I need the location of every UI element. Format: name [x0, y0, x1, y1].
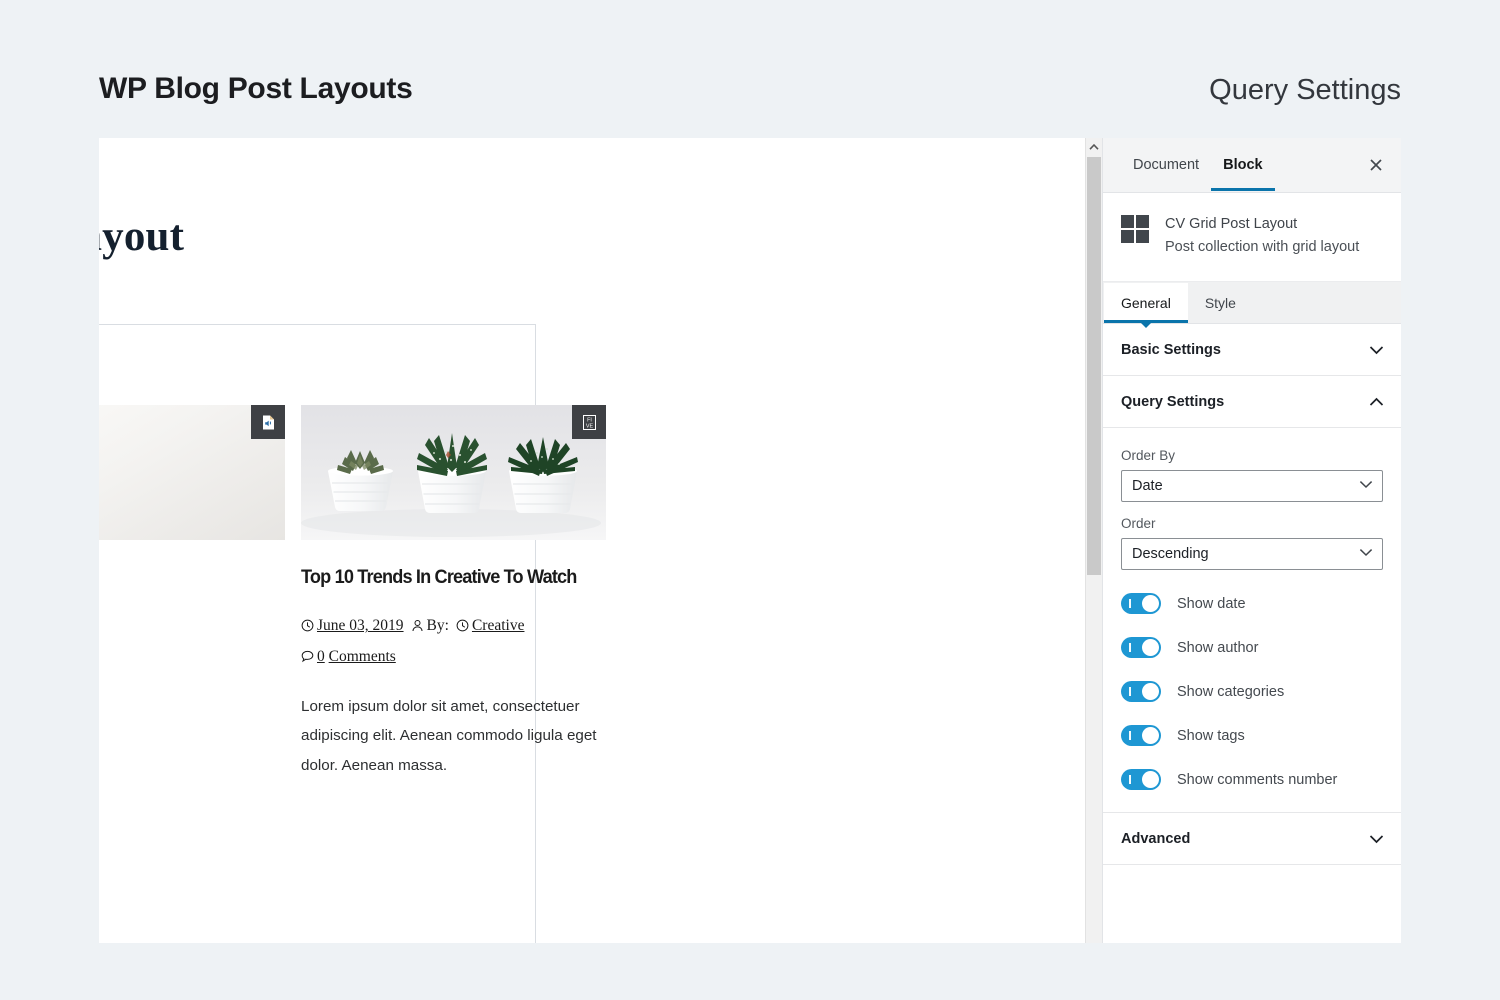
toggle-row-show-comments-number[interactable]: Show comments number — [1121, 769, 1383, 791]
document-heading: Post Layout — [99, 213, 185, 260]
panel-query-settings[interactable]: Query Settings — [1103, 376, 1401, 429]
tab-document[interactable]: Document — [1121, 139, 1211, 191]
screen: WP Blog Post Layouts Query Settings Post… — [0, 0, 1500, 1000]
editor-canvas: Post Layout — [99, 138, 1088, 943]
post-meta: Minimal — [99, 611, 285, 641]
page-title: WP Blog Post Layouts — [99, 72, 413, 105]
post-thumbnail[interactable] — [99, 405, 285, 540]
comment-icon — [301, 650, 314, 662]
grid-layout-icon — [1121, 215, 1149, 243]
show-comments-number-label: Show comments number — [1177, 771, 1338, 788]
panel-title: Advanced — [1121, 830, 1191, 847]
scrollbar-thumb[interactable] — [1087, 157, 1101, 575]
order-by-select[interactable]: Date — [1121, 470, 1383, 503]
post-excerpt-line: us. Nullam — [99, 691, 285, 720]
post-date: June 03, 2019 — [301, 617, 404, 634]
show-categories-toggle[interactable] — [1121, 681, 1161, 703]
order-label: Order — [1121, 516, 1156, 532]
block-description: Post collection with grid layout — [1165, 239, 1360, 256]
chevron-down-icon — [1359, 549, 1373, 557]
clock-icon — [456, 620, 469, 632]
sidebar-footer-spacer — [1103, 865, 1401, 902]
show-date-toggle[interactable] — [1121, 593, 1161, 615]
toggle-row-show-categories[interactable]: Show categories — [1121, 681, 1383, 703]
chevron-up-icon — [1369, 397, 1384, 406]
show-tags-label: Show tags — [1177, 727, 1245, 744]
chevron-down-icon — [1369, 835, 1384, 844]
show-author-label: Show author — [1177, 639, 1259, 656]
panel-basic-settings[interactable]: Basic Settings — [1103, 324, 1401, 377]
show-date-label: Show date — [1177, 595, 1246, 612]
post-excerpt-line: lerisque ut, — [99, 662, 285, 691]
query-settings-body: Order By Date Order Descending Show date… — [1103, 428, 1401, 814]
panel-advanced[interactable]: Advanced — [1103, 813, 1401, 866]
post-date-link[interactable]: June 03, 2019 — [317, 617, 404, 634]
post-thumbnail[interactable]: FI VE — [301, 405, 606, 540]
show-comments-number-toggle[interactable] — [1121, 769, 1161, 791]
order-value: Descending — [1132, 546, 1209, 563]
post-card[interactable]: Look Like Minimal lerisque ut, us. Nulla… — [99, 405, 285, 780]
close-icon — [1370, 159, 1382, 171]
order-by-value: Date — [1132, 478, 1163, 495]
clock-icon — [301, 620, 314, 632]
svg-text:VE: VE — [585, 423, 593, 429]
tab-general[interactable]: General — [1104, 283, 1188, 329]
sidebar-tab-bar: Document Block — [1103, 138, 1401, 193]
post-comments: 0 Comments — [301, 648, 396, 665]
show-author-toggle[interactable] — [1121, 637, 1161, 659]
post-author-prefix: By: — [426, 617, 449, 635]
chevron-down-icon — [1359, 481, 1373, 489]
post-comments-count[interactable]: 0 — [317, 648, 325, 665]
audio-post-format-icon — [251, 405, 285, 439]
close-sidebar-button[interactable] — [1363, 152, 1389, 178]
block-name: CV Grid Post Layout — [1165, 216, 1298, 232]
toggle-row-show-date[interactable]: Show date — [1121, 593, 1383, 615]
post-comments-label[interactable]: Comments — [329, 648, 396, 665]
canvas-scrollbar[interactable] — [1085, 138, 1102, 943]
post-title[interactable]: Top 10 Trends In Creative To Watch — [301, 566, 585, 588]
show-tags-toggle[interactable] — [1121, 725, 1161, 747]
chevron-down-icon — [1369, 346, 1384, 355]
inspector-sidebar: Document Block CV Grid Post Layout Post … — [1102, 138, 1401, 943]
post-author: By: — [411, 617, 449, 634]
post-author-name: Creative — [456, 617, 525, 634]
editor-window: Post Layout — [99, 138, 1401, 943]
toggle-row-show-author[interactable]: Show author — [1121, 637, 1383, 659]
post-excerpt: Lorem ipsum dolor sit amet, consectetuer… — [301, 697, 597, 774]
grid-post-layout-block[interactable]: Look Like Minimal lerisque ut, us. Nulla… — [99, 324, 606, 943]
post-grid-row: Look Like Minimal lerisque ut, us. Nulla… — [99, 405, 606, 780]
order-by-label: Order By — [1121, 448, 1176, 464]
succulent-pots-image — [301, 405, 606, 540]
show-categories-label: Show categories — [1177, 683, 1285, 700]
post-card[interactable]: FI VE Top 10 Trends In Creative To Watch… — [301, 405, 606, 780]
scroll-up-button[interactable] — [1086, 138, 1102, 155]
post-title[interactable]: Look Like — [99, 566, 264, 588]
post-author-link[interactable]: Creative — [472, 617, 525, 634]
post-meta: June 03, 2019 By: Creative 0 Comments — [301, 611, 606, 671]
sidebar-subtab-bar: General Style — [1103, 282, 1401, 329]
panel-title: Query Settings — [1121, 393, 1225, 410]
toggle-row-show-tags[interactable]: Show tags — [1121, 725, 1383, 747]
post-excerpt: lerisque ut, us. Nullam — [99, 662, 285, 721]
block-info-card: CV Grid Post Layout Post collection with… — [1103, 193, 1401, 283]
tab-style[interactable]: Style — [1188, 283, 1253, 323]
tab-block[interactable]: Block — [1211, 139, 1275, 191]
five-label-icon: FI VE — [572, 405, 606, 439]
order-select[interactable]: Descending — [1121, 538, 1383, 571]
page-subtitle: Query Settings — [1209, 74, 1401, 106]
panel-title: Basic Settings — [1121, 341, 1221, 358]
user-icon — [412, 620, 423, 632]
chevron-up-icon — [1089, 143, 1099, 150]
